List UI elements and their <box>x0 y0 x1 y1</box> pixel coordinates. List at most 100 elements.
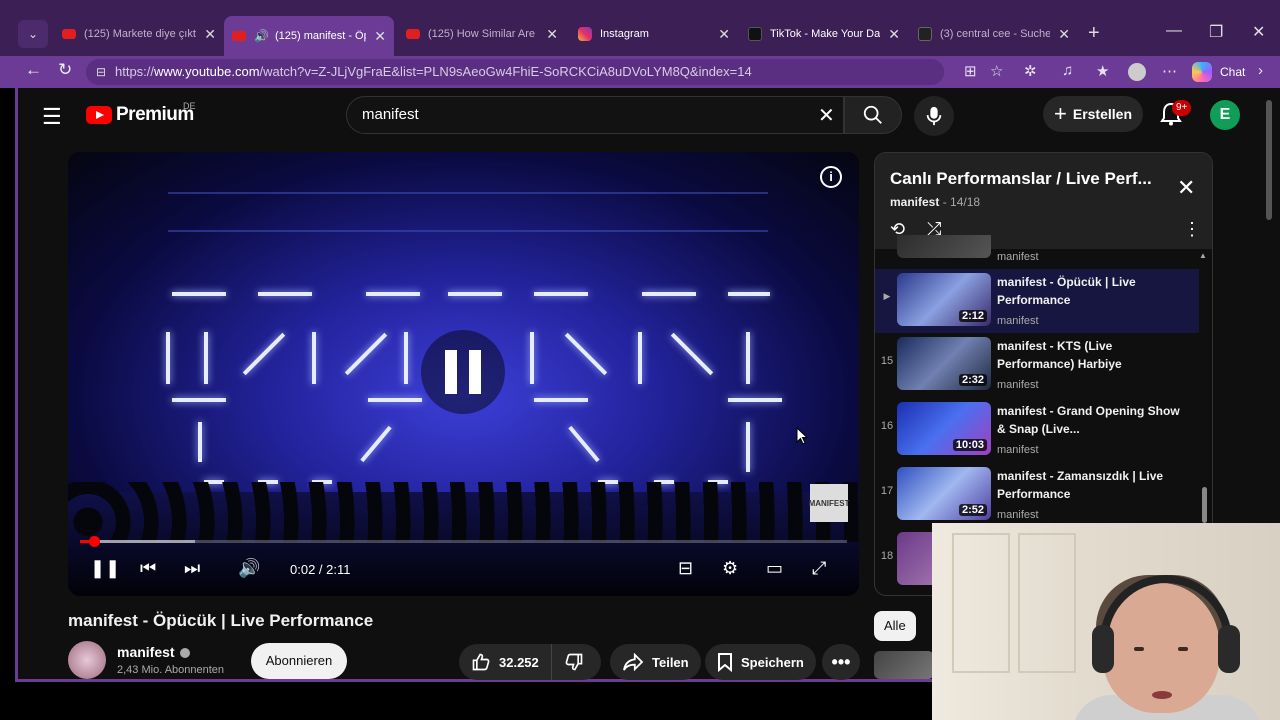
back-arrow-icon[interactable]: ← <box>25 60 42 80</box>
filter-chip-all[interactable]: Alle <box>874 611 916 641</box>
duration-badge: 10:03 <box>952 439 987 451</box>
thumbs-up-icon <box>472 653 490 671</box>
recommended-thumbnail[interactable] <box>874 651 934 679</box>
browser-tab[interactable]: Instagram ✕ <box>570 18 738 50</box>
tab-close-icon[interactable]: ✕ <box>374 28 386 45</box>
tab-label: Instagram <box>600 28 649 40</box>
copilot-chat-button[interactable]: Chat <box>1192 60 1245 84</box>
browser-tab[interactable]: (3) central cee - Suche ✕ <box>910 18 1078 50</box>
playlist-title[interactable]: Canlı Performanslar / Live Perf... <box>890 169 1180 189</box>
voice-search-button[interactable] <box>914 96 954 136</box>
subtitles-icon[interactable]: ⊟ <box>678 558 693 579</box>
volume-icon[interactable]: 🔊 <box>238 558 260 579</box>
url-host: www.youtube.com <box>154 64 260 79</box>
list-item[interactable]: manifest <box>875 235 1199 261</box>
duration-badge: 2:32 <box>958 374 987 386</box>
youtube-premium-logo[interactable]: Premium DE <box>86 101 196 126</box>
list-item[interactable]: 16 10:03 manifest - Grand Opening Show &… <box>875 398 1199 462</box>
channel-watermark[interactable]: MANIFEST <box>809 484 849 522</box>
copilot-logo-icon <box>1192 62 1212 82</box>
item-title: manifest - KTS (Live Performance) Harbiy… <box>997 339 1122 371</box>
search-button[interactable] <box>844 96 902 134</box>
extensions-icon[interactable]: ✲ <box>1024 62 1037 80</box>
favorite-star-icon[interactable]: ☆ <box>990 62 1003 80</box>
verified-icon <box>179 648 190 659</box>
scroll-up-arrow-icon[interactable]: ▲ <box>1199 251 1207 260</box>
share-arrow-icon <box>623 653 644 671</box>
info-icon[interactable]: i <box>820 166 842 188</box>
tiktok-favicon-icon <box>748 27 762 41</box>
browser-tab[interactable]: (125) Markete diye çıktı ✕ <box>54 18 224 50</box>
share-button[interactable]: Teilen <box>610 644 701 680</box>
like-count: 32.252 <box>499 654 539 670</box>
video-player[interactable]: i MANIFEST ❚❚ ⏮ ⏭ 🔊 0:02 / 2:11 ⊟ ⚙ ▭ ⤢ <box>68 152 859 596</box>
playlist-scrollbar-thumb[interactable] <box>1202 487 1207 523</box>
tab-close-icon[interactable]: ✕ <box>204 26 216 43</box>
channel-name[interactable]: manifest <box>117 644 190 660</box>
previous-icon[interactable]: ⏮ <box>140 558 156 579</box>
save-button[interactable]: Speichern <box>705 644 816 680</box>
page-scrollbar-thumb[interactable] <box>1266 100 1272 220</box>
restore-window-icon[interactable]: ❐ <box>1209 22 1223 42</box>
list-item[interactable]: 15 2:32 manifest - KTS (Live Performance… <box>875 333 1199 397</box>
next-icon[interactable]: ⏭ <box>184 558 200 579</box>
clear-search-icon[interactable]: ✕ <box>818 103 835 128</box>
bookmark-icon <box>718 653 732 672</box>
close-playlist-icon[interactable]: ✕ <box>1177 175 1195 201</box>
browser-tab-active[interactable]: 🔊 (125) manifest - Öpücük ✕ <box>224 16 394 56</box>
time-display: 0:02 / 2:11 <box>290 562 351 577</box>
reload-icon[interactable]: ↻ <box>58 60 72 80</box>
subscribe-button[interactable]: Abonnieren <box>251 643 347 679</box>
scrubber-handle[interactable] <box>89 536 100 547</box>
browser-tab[interactable]: TikTok - Make Your Day ✕ <box>740 18 908 50</box>
tab-close-icon[interactable]: ✕ <box>718 26 730 43</box>
account-avatar[interactable]: E <box>1210 100 1240 130</box>
item-index: 18 <box>880 550 894 562</box>
item-channel: manifest <box>997 379 1039 391</box>
tab-close-icon[interactable]: ✕ <box>546 26 558 43</box>
playlist-channel: manifest <box>890 195 940 209</box>
video-thumbnail: 10:03 <box>897 402 991 455</box>
guide-menu-icon[interactable]: ☰ <box>42 104 62 130</box>
app-install-icon[interactable]: ⊞ <box>964 62 977 80</box>
address-bar[interactable]: ⊟ https://www.youtube.com/watch?v=Z-JLjV… <box>86 59 944 85</box>
search-input[interactable]: manifest <box>346 96 844 134</box>
tab-actions-menu-button[interactable]: ⌄ <box>18 20 48 48</box>
item-title: manifest - Grand Opening Show & Snap (Li… <box>997 404 1180 436</box>
item-channel: manifest <box>997 509 1039 521</box>
audio-playing-icon[interactable]: 🔊 <box>254 29 269 43</box>
favorites-icon[interactable]: ★ <box>1096 62 1109 80</box>
profile-avatar-icon[interactable] <box>1128 63 1146 81</box>
tab-close-icon[interactable]: ✕ <box>1058 26 1070 43</box>
like-dislike-group: 32.252 <box>459 644 601 680</box>
screen: ⌄ (125) Markete diye çıktı ✕ 🔊 (125) man… <box>0 0 1280 720</box>
like-button[interactable]: 32.252 <box>459 644 552 680</box>
progress-bar[interactable] <box>80 536 847 547</box>
fullscreen-icon[interactable]: ⤢ <box>812 558 826 579</box>
list-item[interactable]: 17 2:52 manifest - Zamansızdık | Live Pe… <box>875 463 1199 527</box>
new-tab-plus-icon[interactable]: + <box>1088 22 1100 45</box>
browser-tab[interactable]: (125) How Similar Are E ✕ <box>398 18 566 50</box>
pause-icon[interactable]: ❚❚ <box>90 558 120 579</box>
browser-tab-bar: ⌄ (125) Markete diye çıktı ✕ 🔊 (125) man… <box>0 0 1280 56</box>
create-label: Erstellen <box>1072 106 1132 122</box>
site-info-icon[interactable]: ⊟ <box>96 59 106 85</box>
more-options-icon[interactable]: ⋯ <box>1162 62 1177 80</box>
video-thumbnail: 2:52 <box>897 467 991 520</box>
pause-overlay-icon[interactable] <box>421 330 505 414</box>
more-actions-button[interactable]: ••• <box>822 644 860 680</box>
theater-mode-icon[interactable]: ▭ <box>766 558 783 579</box>
minimize-icon[interactable]: — <box>1166 22 1182 40</box>
dislike-button[interactable] <box>552 644 604 680</box>
create-button[interactable]: + Erstellen <box>1043 96 1143 132</box>
sidebar-chevron-icon[interactable]: › <box>1258 62 1263 79</box>
list-item-current[interactable]: ▶ 2:12 manifest - Öpücük | Live Performa… <box>875 269 1199 333</box>
share-label: Teilen <box>652 654 689 670</box>
media-control-icon[interactable]: ♫ <box>1062 62 1073 79</box>
close-window-icon[interactable]: ✕ <box>1252 22 1265 42</box>
channel-avatar[interactable] <box>68 641 106 679</box>
video-title: manifest - Öpücük | Live Performance <box>68 611 374 630</box>
item-index: 15 <box>880 355 894 367</box>
settings-gear-icon[interactable]: ⚙ <box>722 558 738 579</box>
tab-close-icon[interactable]: ✕ <box>888 26 900 43</box>
